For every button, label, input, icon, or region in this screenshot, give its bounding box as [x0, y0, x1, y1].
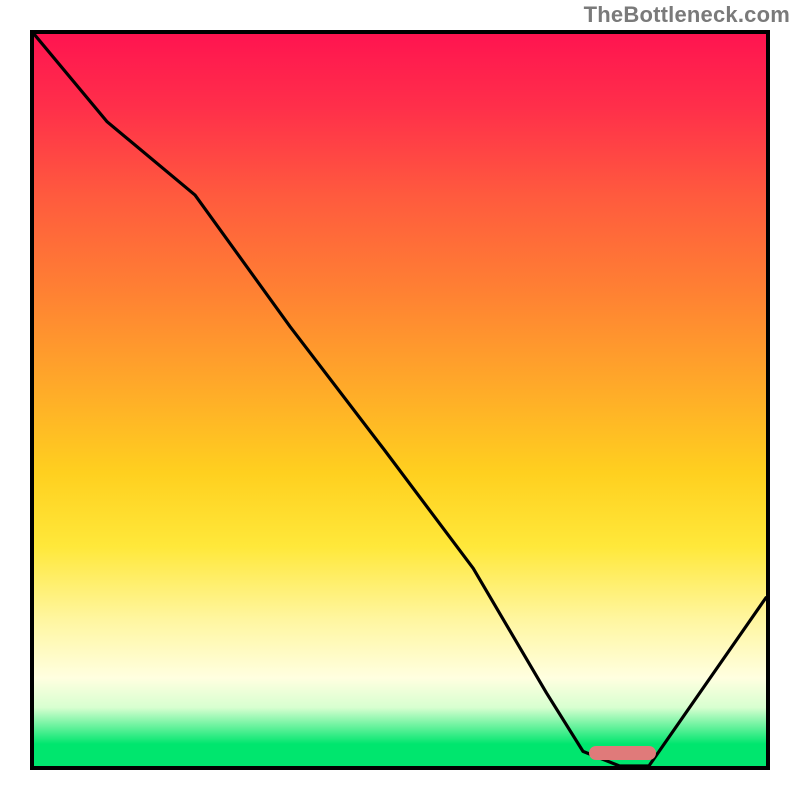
watermark-text: TheBottleneck.com [584, 2, 790, 28]
optimal-range-marker [589, 746, 656, 760]
bottleneck-curve [34, 34, 766, 766]
plot-area [30, 30, 770, 770]
chart-container: TheBottleneck.com [0, 0, 800, 800]
